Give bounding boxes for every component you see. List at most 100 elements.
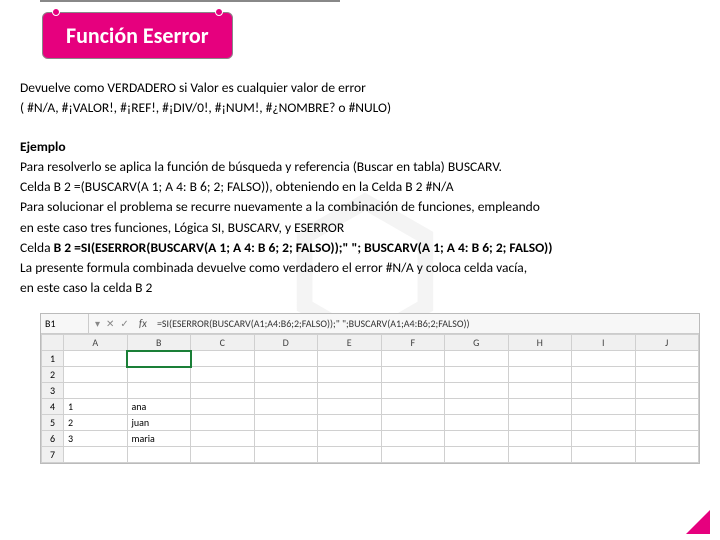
excel-screenshot: B1 ▾ ✕ ✓ fx =SI(ESERROR(BUSCARV(A1;A4:B6… xyxy=(40,313,700,464)
cell[interactable] xyxy=(318,351,382,367)
col-F[interactable]: F xyxy=(381,335,445,351)
cell[interactable] xyxy=(445,431,509,447)
cell[interactable] xyxy=(191,351,255,367)
cell[interactable] xyxy=(381,383,445,399)
col-H[interactable]: H xyxy=(508,335,572,351)
cell[interactable] xyxy=(191,367,255,383)
row-header[interactable]: 1 xyxy=(42,351,64,367)
cell[interactable] xyxy=(381,431,445,447)
enter-icon[interactable]: ✓ xyxy=(120,317,128,330)
cell[interactable] xyxy=(191,415,255,431)
cell[interactable] xyxy=(572,367,636,383)
cell[interactable] xyxy=(191,399,255,415)
cell[interactable]: juan xyxy=(127,415,191,431)
cell[interactable] xyxy=(318,383,382,399)
ejemplo-heading: Ejemplo xyxy=(20,138,700,156)
p2: Celda B 2 =(BUSCARV(A 1; A 4: B 6; 2; FA… xyxy=(20,178,700,196)
cell[interactable] xyxy=(572,431,636,447)
fx-icon[interactable]: fx xyxy=(135,317,151,330)
row-header[interactable]: 7 xyxy=(42,447,64,463)
col-E[interactable]: E xyxy=(318,335,382,351)
cell[interactable] xyxy=(635,415,699,431)
row-header[interactable]: 2 xyxy=(42,367,64,383)
col-J[interactable]: J xyxy=(635,335,699,351)
select-all-corner[interactable] xyxy=(42,335,64,351)
cell[interactable] xyxy=(381,415,445,431)
row-header[interactable]: 3 xyxy=(42,383,64,399)
col-B[interactable]: B xyxy=(127,335,191,351)
cell[interactable]: 2 xyxy=(64,415,128,431)
cancel-icon[interactable]: ✕ xyxy=(106,317,114,330)
col-G[interactable]: G xyxy=(445,335,509,351)
cell[interactable]: ana xyxy=(127,399,191,415)
cell[interactable] xyxy=(318,399,382,415)
cell[interactable] xyxy=(635,431,699,447)
cell[interactable] xyxy=(508,447,572,463)
cell[interactable] xyxy=(254,383,318,399)
col-I[interactable]: I xyxy=(572,335,636,351)
cell[interactable] xyxy=(445,447,509,463)
name-box[interactable]: B1 xyxy=(41,314,89,333)
cell[interactable] xyxy=(381,447,445,463)
cell[interactable] xyxy=(572,415,636,431)
cell[interactable] xyxy=(445,383,509,399)
col-C[interactable]: C xyxy=(191,335,255,351)
dropdown-icon[interactable]: ▾ xyxy=(95,317,100,330)
cell[interactable] xyxy=(127,447,191,463)
cell[interactable] xyxy=(254,415,318,431)
cell[interactable] xyxy=(508,383,572,399)
cell[interactable] xyxy=(64,351,128,367)
row-header[interactable]: 4 xyxy=(42,399,64,415)
formula-bar: B1 ▾ ✕ ✓ fx =SI(ESERROR(BUSCARV(A1;A4:B6… xyxy=(41,314,699,334)
cell[interactable] xyxy=(572,351,636,367)
col-D[interactable]: D xyxy=(254,335,318,351)
cell[interactable] xyxy=(127,383,191,399)
cell[interactable] xyxy=(191,431,255,447)
cell[interactable] xyxy=(254,351,318,367)
cell[interactable] xyxy=(318,447,382,463)
cell[interactable] xyxy=(445,351,509,367)
cell[interactable] xyxy=(572,399,636,415)
cell[interactable] xyxy=(508,415,572,431)
cell[interactable] xyxy=(635,383,699,399)
cell[interactable]: 1 xyxy=(64,399,128,415)
cell[interactable] xyxy=(508,367,572,383)
row-header[interactable]: 5 xyxy=(42,415,64,431)
cell[interactable] xyxy=(254,447,318,463)
cell[interactable] xyxy=(254,431,318,447)
cell[interactable] xyxy=(64,367,128,383)
cell[interactable] xyxy=(254,399,318,415)
cell[interactable] xyxy=(318,367,382,383)
cell[interactable] xyxy=(635,367,699,383)
cell[interactable] xyxy=(508,399,572,415)
cell[interactable] xyxy=(508,351,572,367)
cell[interactable] xyxy=(381,399,445,415)
cell[interactable] xyxy=(127,351,191,367)
cell[interactable] xyxy=(318,431,382,447)
cell[interactable] xyxy=(318,415,382,431)
cell[interactable] xyxy=(572,383,636,399)
cell[interactable] xyxy=(381,367,445,383)
cell[interactable] xyxy=(635,351,699,367)
cell[interactable] xyxy=(191,447,255,463)
cell[interactable] xyxy=(445,415,509,431)
cell[interactable] xyxy=(64,383,128,399)
table-row: 1 xyxy=(42,351,699,367)
cell[interactable] xyxy=(635,447,699,463)
cell[interactable] xyxy=(64,447,128,463)
cell[interactable]: maria xyxy=(127,431,191,447)
cell[interactable] xyxy=(191,383,255,399)
cell[interactable]: 3 xyxy=(64,431,128,447)
cell[interactable] xyxy=(445,399,509,415)
cell[interactable] xyxy=(635,399,699,415)
cell[interactable] xyxy=(572,447,636,463)
formula-input[interactable]: =SI(ESERROR(BUSCARV(A1;A4:B6;2;FALSO));"… xyxy=(151,317,699,330)
cell[interactable] xyxy=(127,367,191,383)
row-header[interactable]: 6 xyxy=(42,431,64,447)
col-A[interactable]: A xyxy=(64,335,128,351)
cell[interactable] xyxy=(254,367,318,383)
cell[interactable] xyxy=(445,367,509,383)
cell[interactable] xyxy=(381,351,445,367)
spreadsheet-grid[interactable]: A B C D E F G H I J 12341ana52juan63mari… xyxy=(41,334,699,463)
cell[interactable] xyxy=(508,431,572,447)
